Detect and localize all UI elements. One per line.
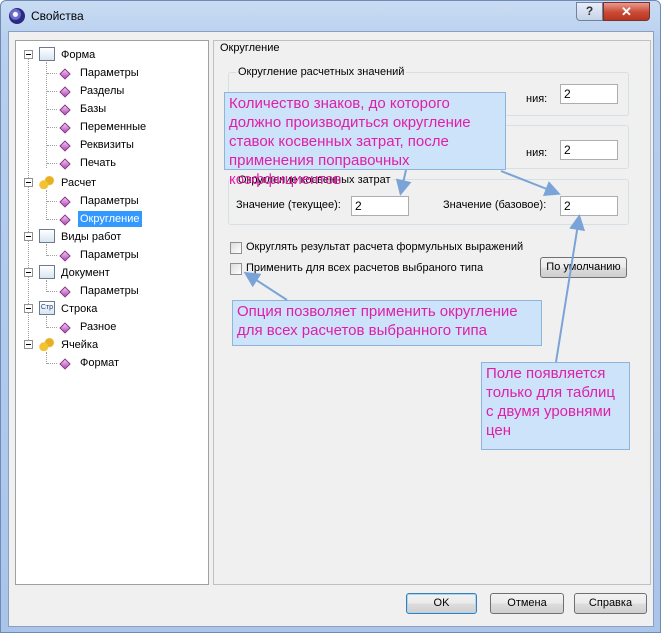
- arrow-to-apply-checkbox: [243, 271, 288, 301]
- arrow-to-base-input: [555, 214, 586, 363]
- annotation-arrows: [243, 169, 586, 363]
- properties-dialog: Свойства ? ✕ Форма Параметры Разделы Баз…: [0, 0, 661, 633]
- arrow-to-base-value: [500, 170, 561, 197]
- arrow-to-current-value: [395, 169, 412, 196]
